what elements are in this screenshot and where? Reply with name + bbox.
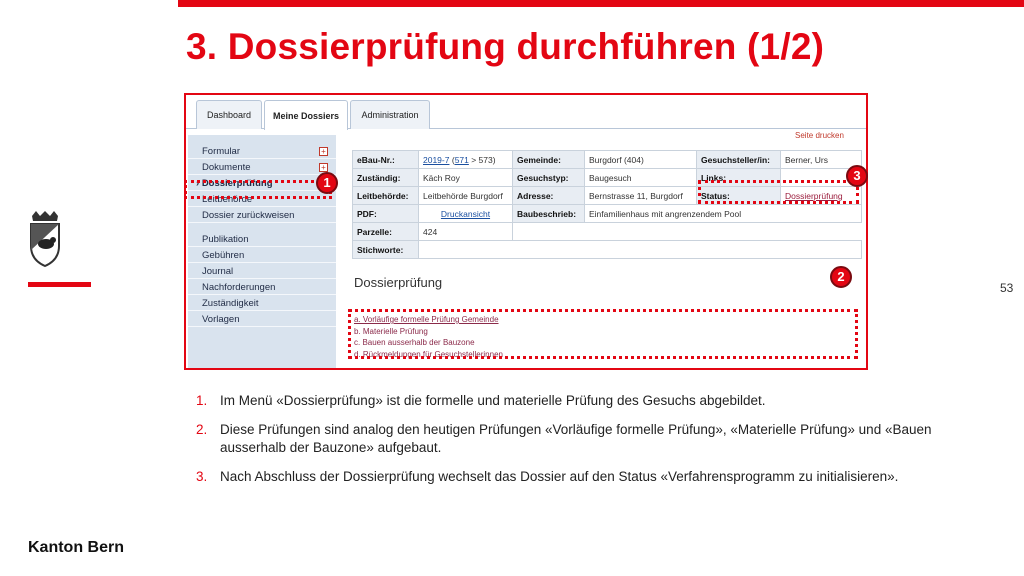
gesuchstyp-value: Baugesuch xyxy=(584,168,697,187)
gesuchsteller-value: Berner, Urs xyxy=(780,150,862,169)
note-text: Diese Prüfungen sind analog den heutigen… xyxy=(220,422,932,455)
gemeinde-label: Gemeinde: xyxy=(512,150,585,169)
tab-administration[interactable]: Administration xyxy=(350,100,430,129)
pdf-value: Druckansicht xyxy=(418,204,513,223)
table-row: PDF: Druckansicht Baubeschrieb: Einfamil… xyxy=(352,204,862,223)
ebau-sub-link[interactable]: 571 xyxy=(455,155,469,165)
ebau-rest: > 573) xyxy=(468,154,496,165)
zustaendig-value: Käch Roy xyxy=(418,168,513,187)
menu-item-vorlagen[interactable]: Vorlagen xyxy=(188,312,336,327)
note-text: Im Menü «Dossierprüfung» ist die formell… xyxy=(220,393,766,408)
menu-item-formular[interactable]: Formular + xyxy=(188,144,336,159)
baubeschrieb-value: Einfamilienhaus mit angrenzendem Pool xyxy=(584,204,862,223)
stichworte-label: Stichworte: xyxy=(352,240,419,259)
tab-meine-dossiers[interactable]: Meine Dossiers xyxy=(264,100,348,130)
leitbehoerde-value: Leitbehörde Burgdorf xyxy=(418,186,513,205)
plus-icon[interactable]: + xyxy=(319,147,328,156)
table-row: Parzelle: 424 xyxy=(352,222,862,241)
footer-brand: Kanton Bern xyxy=(28,539,124,556)
annotation-badge-2: 2 xyxy=(830,266,852,288)
menu-item-dokumente[interactable]: Dokumente + xyxy=(188,160,336,175)
tab-dashboard[interactable]: Dashboard xyxy=(196,100,262,129)
adresse-label: Adresse: xyxy=(512,186,585,205)
tab-bar: Dashboard Meine Dossiers Administration xyxy=(186,95,866,130)
parzelle-label: Parzelle: xyxy=(352,222,419,241)
empty-cell xyxy=(513,223,862,241)
ebau-value: 2019-7 (571 > 573) xyxy=(418,150,513,169)
note-item: 1. Im Menü «Dossierprüfung» ist die form… xyxy=(196,392,986,410)
pdf-label: PDF: xyxy=(352,204,419,223)
menu-item-publikation[interactable]: Publikation xyxy=(188,232,336,247)
side-menu: Formular + Dokumente + › Dossierprüfung … xyxy=(188,135,336,368)
section-title: Dossierprüfung xyxy=(354,275,443,290)
menu-item-gebuehren[interactable]: Gebühren xyxy=(188,248,336,263)
highlight-status xyxy=(698,180,859,204)
baubeschrieb-label: Baubeschrieb: xyxy=(512,204,585,223)
ebau-label: eBau-Nr.: xyxy=(352,150,419,169)
note-item: 3. Nach Abschluss der Dossierprüfung wec… xyxy=(196,468,986,486)
menu-item-zustaendigkeit[interactable]: Zuständigkeit xyxy=(188,296,336,311)
explanation-notes: 1. Im Menü «Dossierprüfung» ist die form… xyxy=(196,392,986,497)
menu-item-journal[interactable]: Journal xyxy=(188,264,336,279)
stichworte-value xyxy=(418,240,862,259)
menu-item-label: Dokumente xyxy=(202,162,251,173)
gesuchstyp-label: Gesuchstyp: xyxy=(512,168,585,187)
side-accent-line xyxy=(28,282,91,287)
leitbehoerde-label: Leitbehörde: xyxy=(352,186,419,205)
menu-item-dossier-zurueckweisen[interactable]: Dossier zurückweisen xyxy=(188,208,336,223)
druckansicht-link[interactable]: Druckansicht xyxy=(441,209,490,219)
note-number: 2. xyxy=(196,422,208,437)
note-number: 3. xyxy=(196,469,208,484)
menu-item-nachforderungen[interactable]: Nachforderungen xyxy=(188,280,336,295)
table-row: eBau-Nr.: 2019-7 (571 > 573) Gemeinde: B… xyxy=(352,150,862,169)
bern-crest-icon xyxy=(30,211,60,268)
slide-title: 3. Dossierprüfung durchführen (1/2) xyxy=(186,26,825,67)
table-row: Stichworte: xyxy=(352,240,862,259)
adresse-value: Bernstrasse 11, Burgdorf xyxy=(584,186,697,205)
page-number: 53 xyxy=(1000,281,1014,295)
menu-item-label: Formular xyxy=(202,146,241,157)
highlight-menu-dossierpruefung xyxy=(184,180,332,199)
gemeinde-value: Burgdorf (404) xyxy=(584,150,697,169)
print-page-link[interactable]: Seite drucken xyxy=(795,131,844,140)
ebau-number-link[interactable]: 2019-7 xyxy=(423,155,449,165)
plus-icon[interactable]: + xyxy=(319,163,328,172)
gesuchsteller-label: Gesuchsteller/in: xyxy=(696,150,781,169)
note-item: 2. Diese Prüfungen sind analog den heuti… xyxy=(196,421,986,457)
parzelle-value: 424 xyxy=(418,222,513,241)
top-accent-bar xyxy=(178,0,1024,7)
highlight-pruefung-list xyxy=(348,309,858,359)
note-number: 1. xyxy=(196,393,208,408)
annotation-badge-3: 3 xyxy=(846,165,868,187)
zustaendig-label: Zuständig: xyxy=(352,168,419,187)
note-text: Nach Abschluss der Dossierprüfung wechse… xyxy=(220,469,899,484)
annotation-badge-1: 1 xyxy=(316,172,338,194)
dossier-info-table: eBau-Nr.: 2019-7 (571 > 573) Gemeinde: B… xyxy=(352,150,862,259)
